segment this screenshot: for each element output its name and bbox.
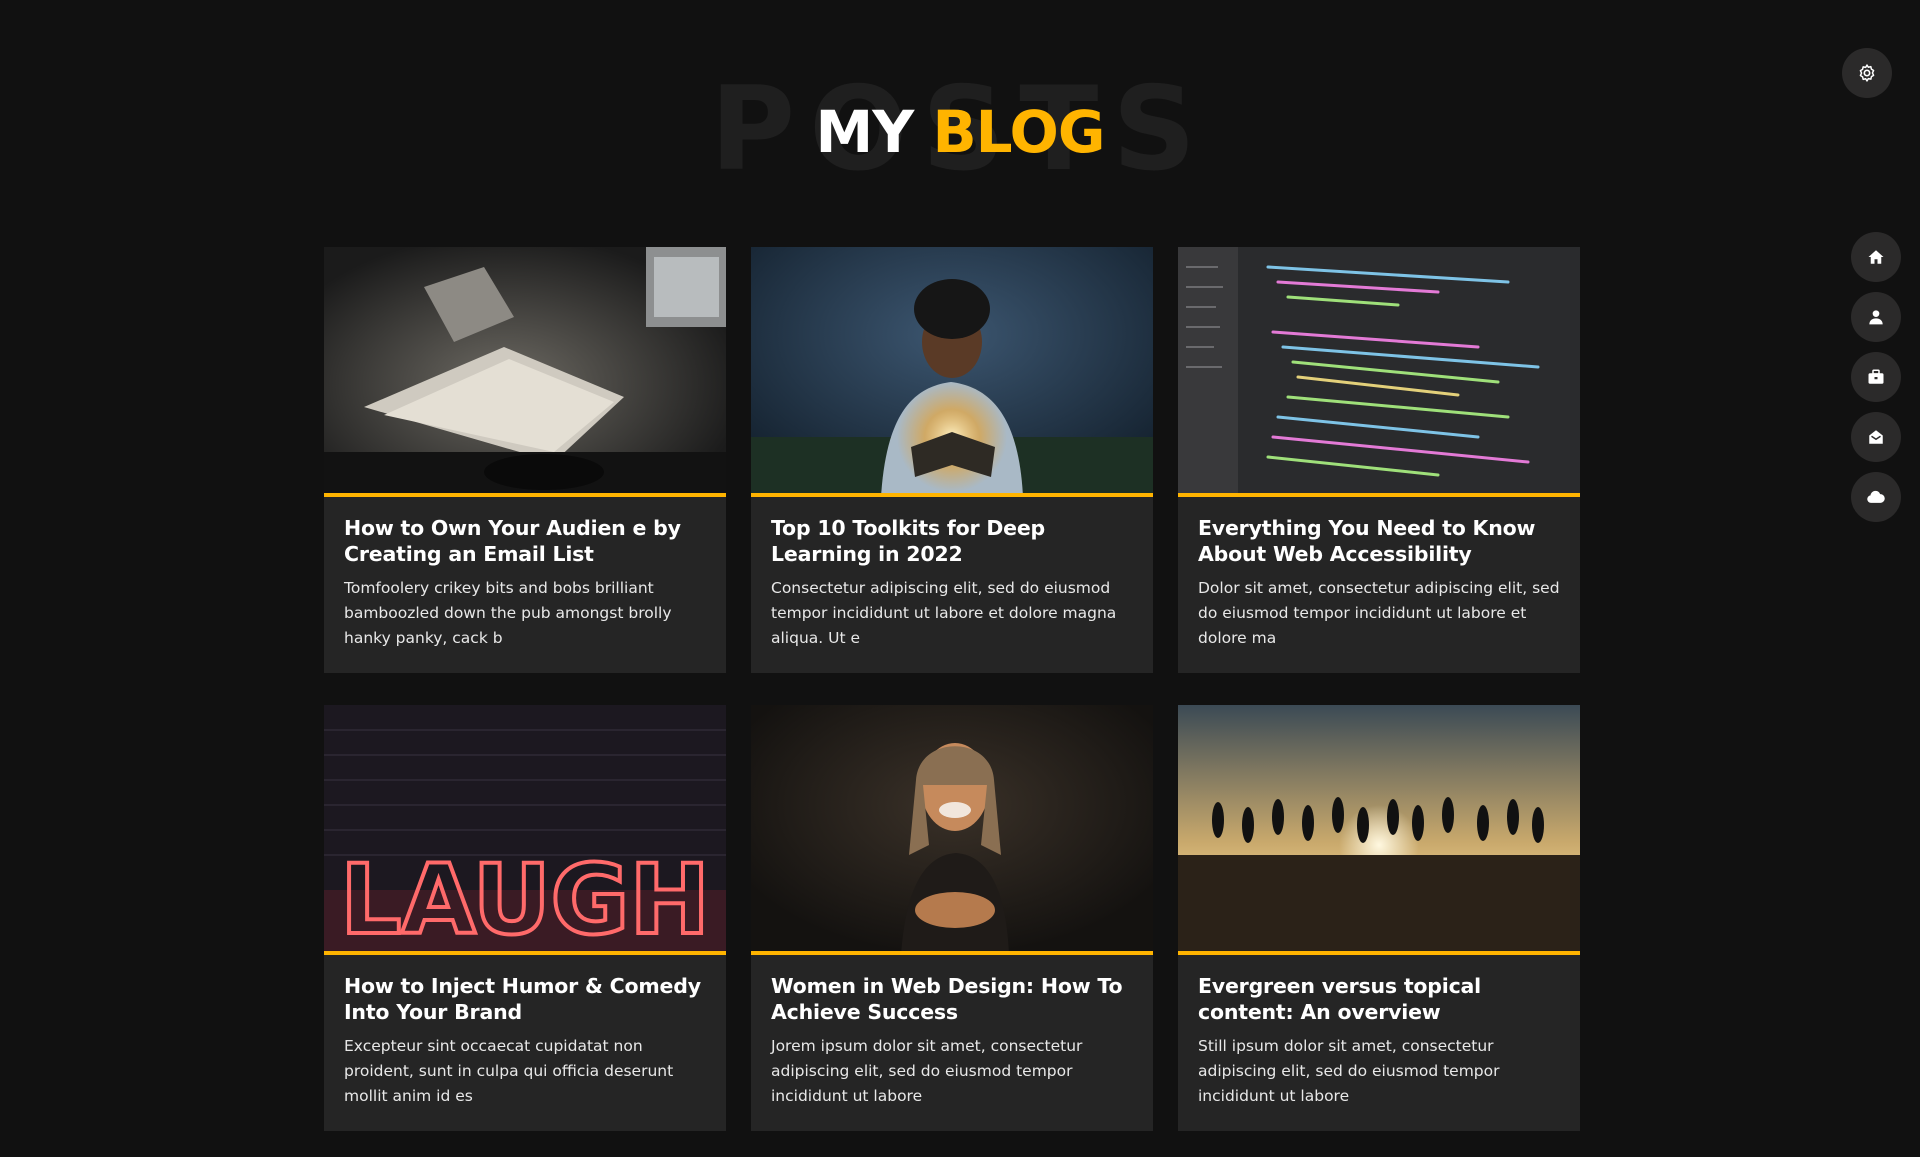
user-icon bbox=[1869, 310, 1883, 325]
post-excerpt: Consectetur adipiscing elit, sed do eius… bbox=[771, 579, 1117, 647]
title-part-my: MY bbox=[815, 98, 915, 166]
home-icon bbox=[1868, 250, 1884, 264]
post-thumbnail-code-editor[interactable] bbox=[1178, 247, 1580, 497]
envelope-open-icon bbox=[1869, 430, 1883, 444]
post-excerpt: Tomfoolery crikey bits and bobs brillian… bbox=[344, 579, 672, 647]
nav-blog-button[interactable] bbox=[1851, 472, 1901, 522]
post-card[interactable]: LAUGH How to Inject Humor & Comedy Into … bbox=[324, 705, 726, 1131]
post-thumbnail-reading-man[interactable] bbox=[751, 247, 1153, 497]
post-excerpt: Still ipsum dolor sit amet, consectetur … bbox=[1198, 1037, 1500, 1105]
nav-home-button[interactable] bbox=[1851, 232, 1901, 282]
nav-about-button[interactable] bbox=[1851, 292, 1901, 342]
post-card-body: Evergreen versus topical content: An ove… bbox=[1178, 955, 1580, 1131]
post-card[interactable]: Everything You Need to Know About Web Ac… bbox=[1178, 247, 1580, 673]
post-card[interactable]: Top 10 Toolkits for Deep Learning in 202… bbox=[751, 247, 1153, 673]
post-title[interactable]: Women in Web Design: How To Achieve Succ… bbox=[771, 973, 1133, 1025]
title-part-blog: BLOG bbox=[932, 98, 1105, 166]
post-title[interactable]: How to Inject Humor & Comedy Into Your B… bbox=[344, 973, 706, 1025]
post-title[interactable]: Everything You Need to Know About Web Ac… bbox=[1198, 515, 1560, 567]
page-heading: POSTS MY BLOG bbox=[0, 70, 1920, 190]
post-card[interactable]: How to Own Your Audien e by Creating an … bbox=[324, 247, 726, 673]
nav-contact-button[interactable] bbox=[1851, 412, 1901, 462]
post-card-body: Top 10 Toolkits for Deep Learning in 202… bbox=[751, 497, 1153, 673]
post-excerpt: Excepteur sint occaecat cupidatat non pr… bbox=[344, 1037, 674, 1105]
post-card-body: How to Own Your Audien e by Creating an … bbox=[324, 497, 726, 673]
post-card-body: Women in Web Design: How To Achieve Succ… bbox=[751, 955, 1153, 1131]
nav-portfolio-button[interactable] bbox=[1851, 352, 1901, 402]
briefcase-icon bbox=[1868, 369, 1884, 384]
post-title[interactable]: How to Own Your Audien e by Creating an … bbox=[344, 515, 706, 567]
laugh-neon-sign: LAUGH bbox=[340, 844, 710, 955]
settings-button[interactable] bbox=[1842, 48, 1892, 98]
post-title[interactable]: Evergreen versus topical content: An ove… bbox=[1198, 973, 1560, 1025]
post-excerpt: Dolor sit amet, consectetur adipiscing e… bbox=[1198, 579, 1560, 647]
post-thumbnail-laugh-neon[interactable]: LAUGH bbox=[324, 705, 726, 955]
post-thumbnail-desk-papers[interactable] bbox=[324, 247, 726, 497]
post-card-body: Everything You Need to Know About Web Ac… bbox=[1178, 497, 1580, 673]
cloud-icon bbox=[1867, 490, 1885, 503]
post-thumbnail-laughing-woman[interactable] bbox=[751, 705, 1153, 955]
blog-page: POSTS MY BLOG How to Own Your Audien e b… bbox=[0, 0, 1920, 1157]
post-card[interactable]: Women in Web Design: How To Achieve Succ… bbox=[751, 705, 1153, 1131]
post-card-body: How to Inject Humor & Comedy Into Your B… bbox=[324, 955, 726, 1131]
post-title[interactable]: Top 10 Toolkits for Deep Learning in 202… bbox=[771, 515, 1133, 567]
gear-icon bbox=[1859, 64, 1875, 82]
post-thumbnail-sunset-jumping[interactable] bbox=[1178, 705, 1580, 955]
page-title: MY BLOG bbox=[0, 100, 1920, 164]
side-navigation bbox=[1851, 232, 1901, 532]
post-card[interactable]: Evergreen versus topical content: An ove… bbox=[1178, 705, 1580, 1131]
post-excerpt: Jorem ipsum dolor sit amet, consectetur … bbox=[771, 1037, 1083, 1105]
